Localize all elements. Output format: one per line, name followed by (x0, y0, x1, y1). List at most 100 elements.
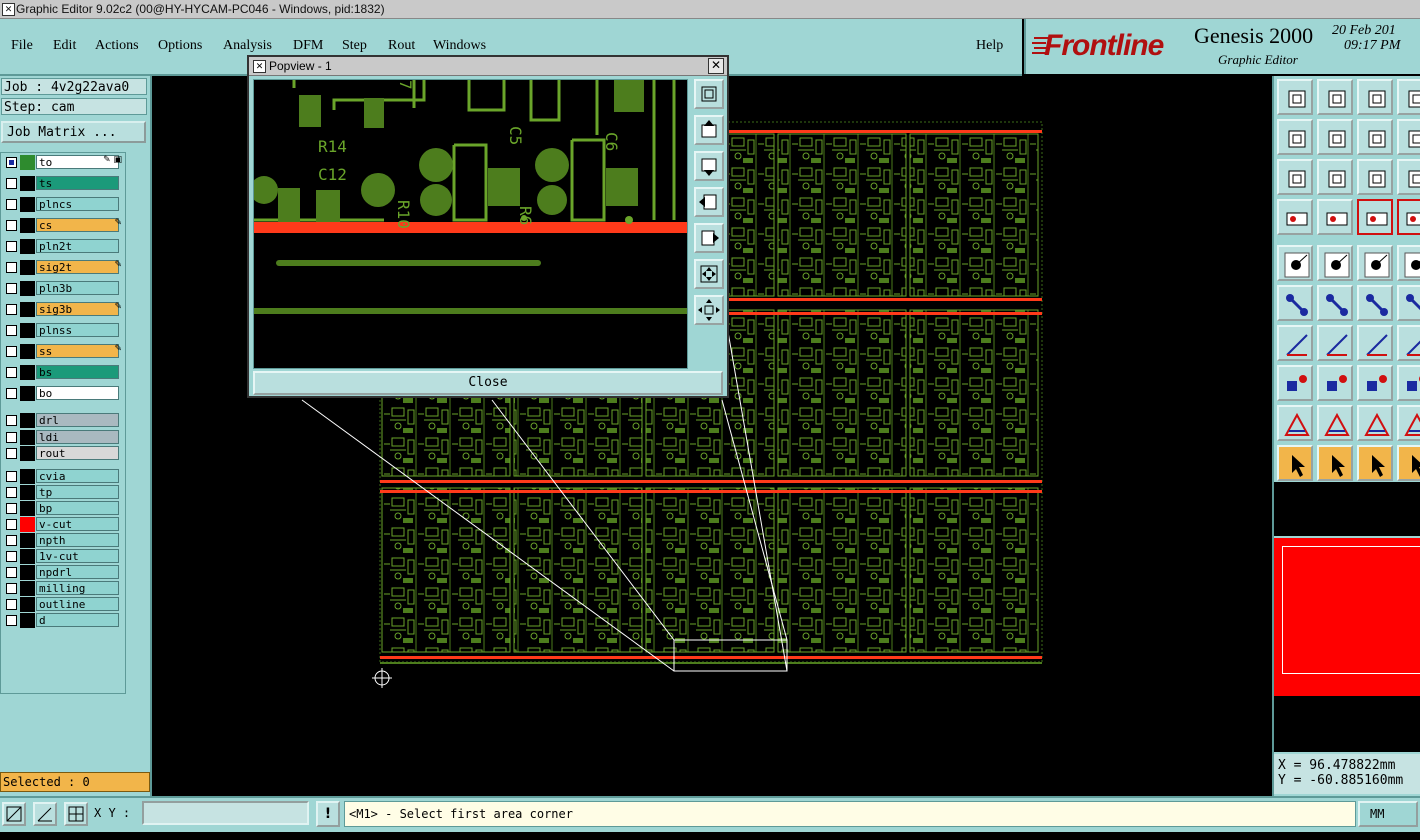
layer-row[interactable]: plncs (1, 197, 125, 212)
layer-color-swatch[interactable] (20, 239, 35, 254)
zoom-fit-icon[interactable] (694, 79, 724, 109)
layer-row[interactable]: bp (1, 500, 125, 516)
stack-icon[interactable] (1397, 119, 1420, 155)
menu-file[interactable]: File (11, 38, 33, 54)
layer-name[interactable]: sig3b (36, 302, 119, 316)
layer-color-swatch[interactable] (20, 580, 35, 596)
layer-color-swatch[interactable] (20, 386, 35, 401)
pan-left-icon[interactable] (1277, 119, 1313, 155)
menu-actions[interactable]: Actions (95, 38, 139, 54)
menu-step[interactable]: Step (342, 38, 367, 54)
layer-color-swatch[interactable] (20, 176, 35, 191)
popview-menu-icon[interactable]: ✕ (253, 60, 266, 73)
layer-checkbox[interactable] (6, 367, 17, 378)
layer-name[interactable]: milling (36, 580, 119, 595)
triangle-arrow-2-icon[interactable] (1357, 405, 1393, 441)
arc-icon[interactable] (1357, 325, 1393, 361)
layer-name[interactable]: 1v-cut (36, 548, 119, 563)
layer-row[interactable]: to ✎ ▣ (1, 155, 125, 170)
layer-row[interactable]: tp (1, 484, 125, 500)
ruler-icon[interactable] (1357, 245, 1393, 281)
layer-checkbox[interactable] (6, 178, 17, 189)
menu-windows[interactable]: Windows (433, 38, 486, 54)
layer-name[interactable]: tp (36, 484, 119, 499)
triangle-3-icon[interactable] (1397, 405, 1420, 441)
line-angle-icon[interactable] (1277, 325, 1313, 361)
layer-color-swatch[interactable] (20, 218, 35, 233)
layer-checkbox[interactable] (6, 598, 17, 610)
zoom-out-icon[interactable] (694, 295, 724, 325)
pad-tool-icon[interactable] (1277, 245, 1313, 281)
fit-icon[interactable] (1277, 159, 1313, 195)
menu-edit[interactable]: Edit (53, 38, 76, 54)
snap-pad-icon[interactable] (1357, 199, 1393, 235)
layer-row[interactable]: cs ✎ (1, 218, 125, 233)
layer-color-swatch[interactable] (20, 564, 35, 580)
triangle-arrow-icon[interactable] (1317, 405, 1353, 441)
layer-checkbox[interactable] (6, 304, 17, 315)
layer-name[interactable]: drl (36, 413, 119, 427)
line-diag-icon[interactable] (1317, 325, 1353, 361)
layer-name[interactable]: sig2t (36, 260, 119, 274)
exclaim-button[interactable]: ! (316, 801, 340, 827)
layer-name[interactable]: outline (36, 596, 119, 611)
layer-checkbox[interactable] (6, 550, 17, 562)
layer-row[interactable]: outline (1, 596, 125, 612)
grid-icon[interactable] (1317, 199, 1353, 235)
layer-color-swatch[interactable] (20, 429, 35, 445)
layer-checkbox[interactable] (6, 388, 17, 399)
scale-1-2-icon[interactable] (1357, 159, 1393, 195)
pan-right-icon[interactable] (1317, 119, 1353, 155)
select-arrow-3-icon[interactable] (1357, 445, 1393, 481)
layer-row[interactable]: ts (1, 176, 125, 191)
select-arrow-2-icon[interactable] (1317, 445, 1353, 481)
help-query-icon[interactable] (1397, 159, 1420, 195)
cut-line-icon[interactable] (1317, 365, 1353, 401)
dimension-icon[interactable] (1357, 365, 1393, 401)
popview-close-button[interactable]: Close (253, 371, 723, 395)
layer-name[interactable]: plnss (36, 323, 119, 337)
layer-name[interactable]: npdrl (36, 564, 119, 579)
layer-row[interactable]: pln3b (1, 281, 125, 296)
layer-checkbox[interactable] (6, 614, 17, 626)
layer-checkbox[interactable] (6, 157, 17, 168)
measure-tool-icon[interactable] (1277, 199, 1313, 235)
layer-checkbox[interactable] (6, 262, 17, 273)
layer-checkbox[interactable] (6, 325, 17, 336)
snap-pad-2-icon[interactable] (1397, 199, 1420, 235)
layer-color-swatch[interactable] (20, 500, 35, 516)
layer-color-swatch[interactable] (20, 532, 35, 548)
layer-name[interactable]: pln3b (36, 281, 119, 295)
window-icon[interactable] (1397, 79, 1420, 115)
layer-row[interactable]: bo (1, 386, 125, 401)
layer-name[interactable]: npth (36, 532, 119, 547)
layer-color-swatch[interactable] (20, 281, 35, 296)
arrow-node-2-icon[interactable] (1397, 285, 1420, 321)
layer-color-swatch[interactable] (20, 446, 35, 461)
menu-analysis[interactable]: Analysis (223, 38, 272, 54)
layer-row[interactable]: npdrl (1, 564, 125, 580)
layer-row[interactable]: sig3b ✎ (1, 302, 125, 317)
layer-checkbox[interactable] (6, 518, 17, 530)
menu-options[interactable]: Options (158, 38, 202, 54)
layer-checkbox[interactable] (6, 502, 17, 514)
layer-name[interactable]: ldi (36, 429, 119, 444)
pad-2-icon[interactable] (1397, 365, 1420, 401)
layer-checkbox[interactable] (6, 448, 17, 459)
layer-color-swatch[interactable] (20, 260, 35, 275)
layer-checkbox[interactable] (6, 470, 17, 482)
layer-checkbox[interactable] (6, 346, 17, 357)
layer-name[interactable]: rout (36, 446, 119, 460)
center-icon[interactable] (1317, 159, 1353, 195)
layer-name[interactable]: plncs (36, 197, 119, 211)
layer-color-swatch[interactable] (20, 155, 35, 170)
layer-row[interactable]: ss ✎ (1, 344, 125, 359)
layer-color-swatch[interactable] (20, 197, 35, 212)
layer-checkbox[interactable] (6, 582, 17, 594)
overview-map[interactable] (1274, 538, 1420, 696)
select-arrow-icon[interactable] (1277, 445, 1313, 481)
job-matrix-button[interactable]: Job Matrix ... (1, 121, 146, 143)
pan-down-icon[interactable] (694, 151, 724, 181)
layer-row[interactable]: sig2t ✎ (1, 260, 125, 275)
line-tool-icon[interactable] (1317, 245, 1353, 281)
